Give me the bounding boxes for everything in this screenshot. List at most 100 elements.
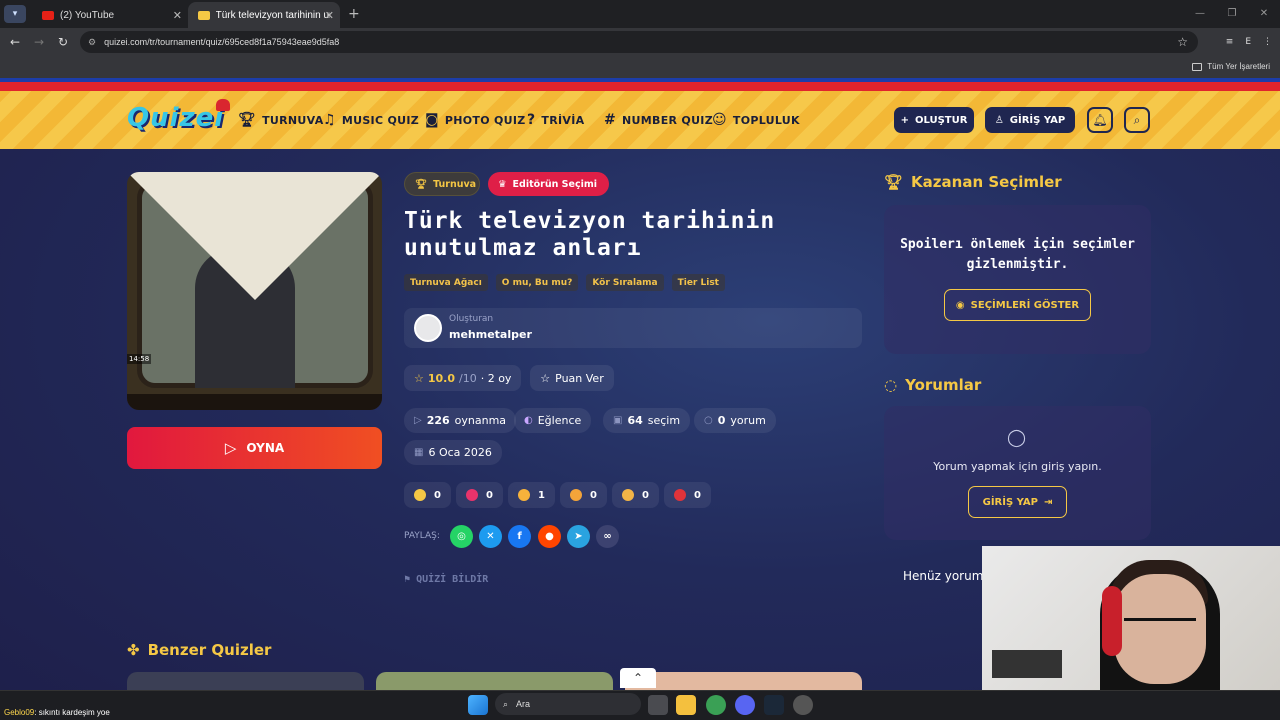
bookmarks-bar: Tüm Yer İşaretleri: [0, 56, 1280, 78]
comment-icon: ◌: [884, 376, 898, 394]
rating-total: /10: [459, 371, 477, 385]
nav-music-quiz[interactable]: ♫ MUSIC QUIZ: [323, 112, 419, 128]
comments-title-text: Yorumlar: [905, 376, 982, 394]
plays-label: oynanma: [454, 414, 507, 427]
copy-link-icon[interactable]: ∞: [596, 525, 619, 548]
nav-label: TRİVİA: [541, 113, 585, 127]
user-icon: ♙: [994, 114, 1004, 126]
mode-tag[interactable]: O mu, Bu mu?: [495, 274, 579, 291]
obs-icon[interactable]: [793, 695, 813, 715]
search-icon: ⌕: [503, 698, 509, 709]
creator-card[interactable]: Oluşturan mehmetalper: [404, 308, 862, 348]
heart-icon: [466, 489, 479, 501]
taskbar-search[interactable]: ⌕ Ara: [495, 693, 641, 715]
creator-name[interactable]: mehmetalper: [449, 328, 532, 341]
close-icon[interactable]: ✕: [173, 9, 182, 22]
similar-title-text: Benzer Quizler: [147, 641, 272, 659]
users-icon: ☺: [712, 112, 727, 128]
trophy-icon: 🏆︎: [415, 178, 428, 190]
star-icon: ☆: [414, 371, 424, 385]
rate-label: Puan Ver: [555, 371, 604, 385]
similar-quiz-card[interactable]: [625, 672, 862, 692]
category-label: Eğlence: [537, 414, 582, 427]
close-icon[interactable]: ✕: [325, 9, 334, 22]
site-logo[interactable]: Quizei: [127, 99, 231, 133]
site-red-strip: [0, 82, 1280, 91]
reaction-angry[interactable]: 0: [664, 482, 711, 508]
forward-icon[interactable]: →: [27, 35, 51, 49]
show-choices-button[interactable]: ◉ SEÇİMLERİ GÖSTER: [944, 289, 1091, 321]
back-icon[interactable]: ←: [3, 35, 27, 49]
comments-login-button[interactable]: GİRİŞ YAP ⇥: [968, 486, 1067, 518]
restore-icon[interactable]: ❐: [1216, 0, 1248, 28]
tab-label: Türk televizyon tarihinin unutul: [215, 9, 330, 21]
category-stat[interactable]: ◐ Eğlence: [514, 408, 592, 433]
nav-label: TURNUVA: [262, 113, 324, 127]
lace-cover: [127, 172, 382, 300]
flag-icon: ⚑: [404, 574, 411, 585]
play-button[interactable]: ▷ OYNA: [127, 427, 382, 469]
reload-icon[interactable]: ↻: [51, 35, 75, 49]
nav-turnuva[interactable]: 🏆︎ TURNUVA: [238, 112, 324, 128]
mode-tag[interactable]: Turnuva Ağacı: [404, 274, 488, 291]
login-button[interactable]: ♙ GİRİŞ YAP: [985, 107, 1075, 133]
mode-tag[interactable]: Tier List: [671, 274, 725, 291]
similar-quiz-card[interactable]: [127, 672, 364, 692]
similar-quiz-card[interactable]: [376, 672, 613, 692]
game-modes: Turnuva Ağacı O mu, Bu mu? Kör Sıralama …: [404, 274, 725, 291]
scroll-up-button[interactable]: ⌃: [620, 668, 656, 688]
webcam-shelf: [992, 650, 1062, 678]
quizei-favicon-icon: [198, 10, 210, 20]
notifications-button[interactable]: 🔔︎: [1087, 107, 1113, 133]
telegram-share-icon[interactable]: ➤: [567, 525, 590, 548]
reaction-thumbs-up[interactable]: 0: [404, 482, 451, 508]
nav-photo-quiz[interactable]: ◙ PHOTO QUIZ: [425, 112, 526, 128]
menu-icon[interactable]: ⋮: [1263, 37, 1272, 47]
discord-icon[interactable]: [735, 695, 755, 715]
nav-trivia[interactable]: ? TRİVİA: [527, 112, 584, 128]
profile-avatar[interactable]: E: [1245, 37, 1251, 47]
share-label: PAYLAŞ:: [404, 531, 440, 541]
tab-search-button[interactable]: ▾: [4, 5, 26, 23]
tab-youtube[interactable]: (2) YouTube ✕: [32, 2, 188, 28]
file-explorer-icon[interactable]: [676, 695, 696, 715]
crown-icon: ♛: [498, 178, 507, 190]
all-bookmarks-folder[interactable]: Tüm Yer İşaretleri: [1192, 62, 1270, 71]
nav-number-quiz[interactable]: # NUMBER QUIZ: [604, 112, 713, 128]
tab-quiz[interactable]: Türk televizyon tarihinin unutul ✕: [188, 2, 340, 28]
window-close-icon[interactable]: ✕: [1248, 0, 1280, 28]
similar-quizzes-title: ✤ Benzer Quizler: [127, 641, 271, 659]
mode-tag[interactable]: Kör Sıralama: [586, 274, 664, 291]
rate-button[interactable]: ☆ Puan Ver: [530, 365, 614, 391]
chat-message: : sıkıntı kardeşim yoe: [34, 708, 110, 717]
search-button[interactable]: ⌕: [1124, 107, 1150, 133]
nav-topluluk[interactable]: ☺ TOPLULUK: [712, 112, 800, 128]
reddit-share-icon[interactable]: ●: [538, 525, 561, 548]
hash-icon: #: [604, 112, 617, 128]
report-quiz-link[interactable]: ⚑ QUİZİ BİLDİR: [404, 574, 488, 585]
reaction-heart[interactable]: 0: [456, 482, 503, 508]
nav-label: PHOTO QUIZ: [444, 113, 526, 127]
bookmark-star-icon[interactable]: ☆: [1177, 35, 1188, 49]
reaction-sad[interactable]: 0: [612, 482, 659, 508]
new-tab-icon[interactable]: +: [348, 6, 360, 22]
minimize-icon[interactable]: —: [1184, 0, 1216, 28]
x-share-icon[interactable]: ✕: [479, 525, 502, 548]
chrome-icon[interactable]: [706, 695, 726, 715]
reaction-laugh[interactable]: 1: [508, 482, 555, 508]
url-field[interactable]: ⚙ quizei.com/tr/tournament/quiz/695ced8f…: [80, 31, 1198, 53]
reaction-surprised[interactable]: 0: [560, 482, 607, 508]
create-button[interactable]: + OLUŞTUR: [894, 107, 974, 133]
reaction-count: 0: [642, 489, 649, 501]
steam-icon[interactable]: [764, 695, 784, 715]
search-icon: ⌕: [1133, 112, 1141, 127]
task-view-icon[interactable]: [648, 695, 668, 715]
comments-count: 0: [717, 414, 726, 427]
camera-icon: ◙: [425, 112, 439, 128]
media-control-icon[interactable]: ≡: [1226, 37, 1234, 47]
windows-start-icon[interactable]: [468, 695, 488, 715]
facebook-share-icon[interactable]: f: [508, 525, 531, 548]
url-text: quizei.com/tr/tournament/quiz/695ced8f1a…: [104, 37, 340, 47]
site-info-icon[interactable]: ⚙: [88, 37, 96, 48]
whatsapp-share-icon[interactable]: ◎: [450, 525, 473, 548]
